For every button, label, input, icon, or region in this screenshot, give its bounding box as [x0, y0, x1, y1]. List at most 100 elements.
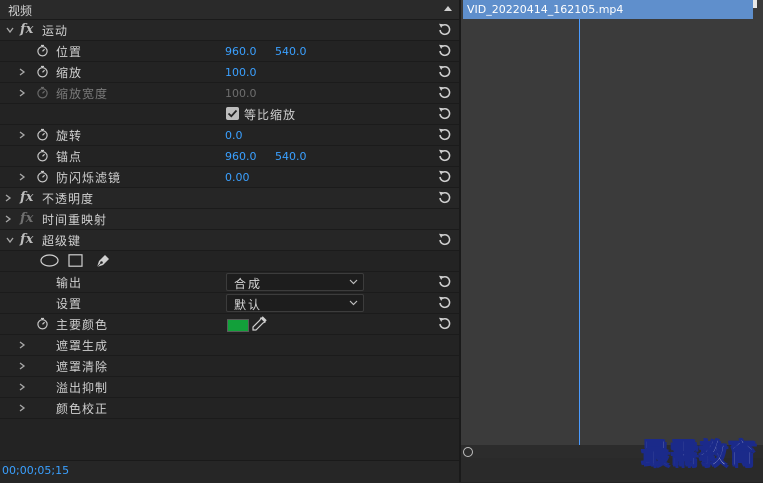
stopwatch-icon[interactable] — [36, 149, 49, 162]
reset-icon[interactable] — [437, 85, 452, 100]
rectangle-mask-icon[interactable] — [68, 254, 83, 267]
group-label: 溢出抑制 — [56, 381, 109, 395]
chevron-down-icon — [349, 279, 358, 285]
panel-title: 视频 — [8, 4, 33, 18]
effect-label: 超级键 — [42, 234, 82, 248]
param-label: 防闪烁滤镜 — [56, 171, 122, 185]
reset-icon[interactable] — [437, 127, 452, 142]
effect-ultra-key[interactable]: fx 超级键 — [0, 230, 459, 251]
chevron-down-icon[interactable] — [6, 236, 14, 244]
watermark: 最需教育 — [640, 437, 757, 471]
reset-icon[interactable] — [437, 274, 452, 289]
chevron-down-icon — [349, 300, 358, 306]
effect-label: 运动 — [42, 24, 69, 38]
effect-controls-panel: 视频 fx 运动 位置 960.0 540.0 缩放 100.0 缩放宽度 10… — [0, 0, 459, 483]
mask-tools-row — [0, 251, 459, 272]
anti-flicker-value[interactable]: 0.00 — [225, 171, 250, 184]
stopwatch-icon[interactable] — [36, 128, 49, 141]
param-label: 位置 — [56, 45, 83, 59]
group-matte-cleanup[interactable]: 遮罩清除 — [0, 356, 459, 377]
param-label: 锚点 — [56, 150, 83, 164]
reset-icon[interactable] — [437, 64, 452, 79]
scale-value[interactable]: 100.0 — [225, 66, 257, 79]
group-color-correction[interactable]: 颜色校正 — [0, 398, 459, 419]
stopwatch-icon[interactable] — [36, 170, 49, 183]
reset-icon[interactable] — [437, 169, 452, 184]
reset-icon[interactable] — [437, 316, 452, 331]
fx-icon: fx — [20, 211, 34, 226]
effect-opacity[interactable]: fx 不透明度 — [0, 188, 459, 209]
current-timecode[interactable]: 00;00;05;15 — [2, 464, 69, 477]
clip-bar[interactable]: VID_20220414_162105.mp4 — [463, 0, 753, 19]
panel-footer: 00;00;05;15 — [0, 460, 459, 483]
group-label: 遮罩清除 — [56, 360, 109, 374]
effect-motion[interactable]: fx 运动 — [0, 20, 459, 41]
effect-timeline[interactable]: VID_20220414_162105.mp4 — [461, 0, 763, 482]
param-setting: 设置 默认 — [0, 293, 459, 314]
param-anchor-point: 锚点 960.0 540.0 — [0, 146, 459, 167]
uniform-scale-label: 等比缩放 — [244, 108, 297, 122]
reset-icon[interactable] — [437, 148, 452, 163]
playhead[interactable] — [579, 19, 580, 445]
uniform-scale-checkbox[interactable] — [226, 107, 239, 120]
anchor-y-value[interactable]: 540.0 — [275, 150, 307, 163]
chevron-right-icon[interactable] — [18, 173, 26, 181]
fx-icon[interactable]: fx — [20, 22, 33, 37]
chevron-right-icon[interactable] — [4, 215, 12, 223]
param-label: 输出 — [56, 276, 83, 290]
chevron-right-icon[interactable] — [18, 68, 26, 76]
param-output: 输出 合成 — [0, 272, 459, 293]
output-dropdown[interactable]: 合成 — [226, 273, 364, 291]
param-label: 缩放宽度 — [56, 87, 109, 101]
effect-time-remapping[interactable]: fx 时间重映射 — [0, 209, 459, 230]
group-label: 颜色校正 — [56, 402, 109, 416]
rotation-value[interactable]: 0.0 — [225, 129, 243, 142]
chevron-right-icon[interactable] — [18, 383, 26, 391]
param-position: 位置 960.0 540.0 — [0, 41, 459, 62]
position-y-value[interactable]: 540.0 — [275, 45, 307, 58]
chevron-right-icon[interactable] — [18, 341, 26, 349]
chevron-down-icon[interactable] — [6, 26, 14, 34]
chevron-right-icon[interactable] — [18, 131, 26, 139]
eyedropper-icon[interactable] — [251, 316, 267, 332]
stopwatch-icon[interactable] — [36, 317, 49, 330]
fx-icon[interactable]: fx — [20, 232, 33, 247]
ellipse-mask-icon[interactable] — [40, 254, 59, 267]
param-scale: 缩放 100.0 — [0, 62, 459, 83]
reset-icon[interactable] — [437, 106, 452, 121]
param-anti-flicker: 防闪烁滤镜 0.00 — [0, 167, 459, 188]
chevron-right-icon[interactable] — [4, 194, 12, 202]
chevron-right-icon[interactable] — [18, 362, 26, 370]
anchor-x-value[interactable]: 960.0 — [225, 150, 257, 163]
key-color-swatch[interactable] — [227, 319, 249, 332]
param-scale-width: 缩放宽度 100.0 — [0, 83, 459, 104]
reset-icon[interactable] — [437, 295, 452, 310]
param-label: 主要颜色 — [56, 318, 109, 332]
scroll-up-icon[interactable] — [443, 3, 453, 13]
clip-name: VID_20220414_162105.mp4 — [467, 3, 624, 16]
pen-mask-icon[interactable] — [95, 254, 110, 269]
reset-icon[interactable] — [437, 190, 452, 205]
group-matte-generation[interactable]: 遮罩生成 — [0, 335, 459, 356]
chevron-right-icon[interactable] — [18, 89, 26, 97]
reset-icon[interactable] — [437, 22, 452, 37]
effect-label: 时间重映射 — [42, 213, 108, 227]
reset-icon[interactable] — [437, 232, 452, 247]
reset-icon[interactable] — [437, 43, 452, 58]
dropdown-value: 默认 — [234, 298, 263, 312]
setting-dropdown[interactable]: 默认 — [226, 294, 364, 312]
stopwatch-icon[interactable] — [36, 44, 49, 57]
position-x-value[interactable]: 960.0 — [225, 45, 257, 58]
scale-width-value: 100.0 — [225, 87, 257, 100]
panel-header: 视频 — [0, 0, 459, 20]
param-label: 设置 — [56, 297, 83, 311]
scrollbar-handle[interactable] — [463, 447, 473, 457]
group-spill-suppression[interactable]: 溢出抑制 — [0, 377, 459, 398]
stopwatch-icon — [36, 86, 49, 99]
fx-icon[interactable]: fx — [20, 190, 33, 205]
group-label: 遮罩生成 — [56, 339, 109, 353]
dropdown-value: 合成 — [234, 277, 263, 291]
param-label: 缩放 — [56, 66, 83, 80]
stopwatch-icon[interactable] — [36, 65, 49, 78]
chevron-right-icon[interactable] — [18, 404, 26, 412]
